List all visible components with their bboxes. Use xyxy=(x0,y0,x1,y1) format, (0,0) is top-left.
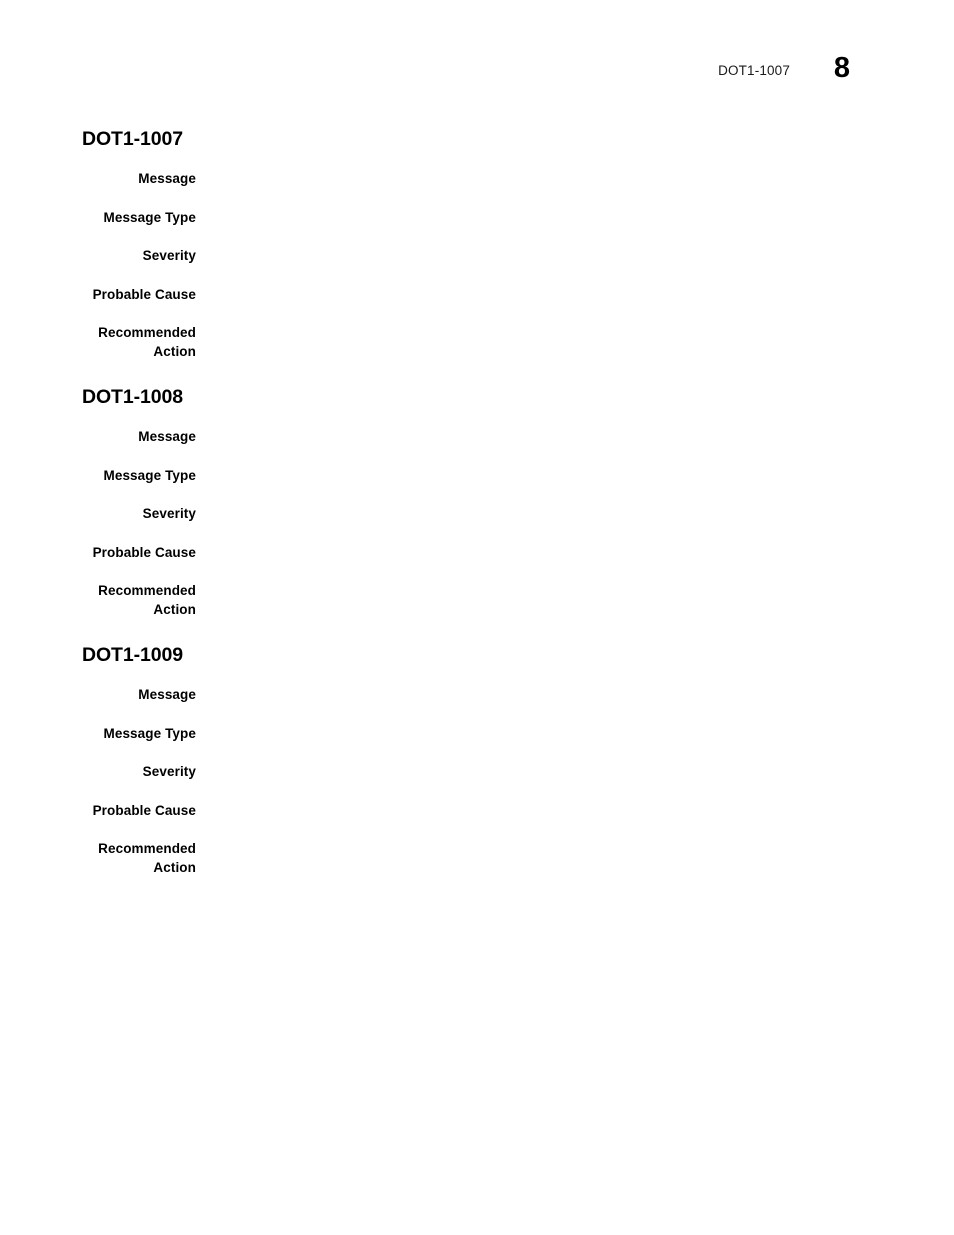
field-value-severity xyxy=(196,247,954,265)
field-label-message-type: Message Type xyxy=(103,209,196,225)
field-label-message: Message xyxy=(138,687,196,702)
field-row: Probable Cause xyxy=(0,802,954,821)
field-row: Recommended Action xyxy=(0,582,954,619)
field-row: Message xyxy=(0,428,954,447)
field-label-severity: Severity xyxy=(142,506,196,521)
field-value-message-type xyxy=(196,467,954,485)
field-value-message xyxy=(196,170,954,188)
page-header: DOT1-1007 8 xyxy=(0,52,954,100)
field-label-message-type: Message Type xyxy=(103,725,196,741)
field-label-recommended-action: Recommended Action xyxy=(98,583,196,617)
section-heading: DOT1-1009 xyxy=(82,644,183,666)
field-label-probable-cause: Probable Cause xyxy=(92,286,196,302)
field-row: Message Type xyxy=(0,725,954,744)
field-row: Message Type xyxy=(0,467,954,486)
field-label-message: Message xyxy=(138,429,196,444)
field-row: Recommended Action xyxy=(0,324,954,361)
field-row: Message Type xyxy=(0,209,954,228)
field-row: Probable Cause xyxy=(0,544,954,563)
field-label-severity: Severity xyxy=(142,248,196,263)
field-value-recommended-action xyxy=(196,582,954,600)
field-label-recommended-action: Recommended Action xyxy=(98,841,196,875)
message-section: DOT1-1009 Message Message Type Severity … xyxy=(0,644,954,877)
section-heading: DOT1-1008 xyxy=(82,386,183,408)
field-row: Severity xyxy=(0,247,954,266)
field-label-probable-cause: Probable Cause xyxy=(92,802,196,818)
field-value-severity xyxy=(196,505,954,523)
field-row: Message xyxy=(0,686,954,705)
field-value-probable-cause xyxy=(196,802,954,820)
field-row: Severity xyxy=(0,763,954,782)
field-row: Probable Cause xyxy=(0,286,954,305)
message-section: DOT1-1007 Message Message Type Severity … xyxy=(0,128,954,361)
header-running-title: DOT1-1007 xyxy=(718,63,790,78)
field-value-severity xyxy=(196,763,954,781)
page-content: DOT1-1007 Message Message Type Severity … xyxy=(0,128,954,877)
field-label-message: Message xyxy=(138,171,196,186)
field-value-recommended-action xyxy=(196,324,954,342)
field-value-probable-cause xyxy=(196,544,954,562)
document-page: DOT1-1007 8 DOT1-1007 Message Message Ty… xyxy=(0,0,954,1235)
field-label-message-type: Message Type xyxy=(103,467,196,483)
field-label-recommended-action: Recommended Action xyxy=(98,325,196,359)
page-number: 8 xyxy=(833,52,851,84)
field-value-recommended-action xyxy=(196,840,954,858)
field-value-message xyxy=(196,686,954,704)
message-section: DOT1-1008 Message Message Type Severity … xyxy=(0,386,954,619)
field-label-severity: Severity xyxy=(142,764,196,779)
field-value-message-type xyxy=(196,209,954,227)
field-value-probable-cause xyxy=(196,286,954,304)
field-row: Message xyxy=(0,170,954,189)
field-label-probable-cause: Probable Cause xyxy=(92,544,196,560)
field-value-message-type xyxy=(196,725,954,743)
field-row: Recommended Action xyxy=(0,840,954,877)
field-value-message xyxy=(196,428,954,446)
field-row: Severity xyxy=(0,505,954,524)
section-heading: DOT1-1007 xyxy=(82,128,183,150)
